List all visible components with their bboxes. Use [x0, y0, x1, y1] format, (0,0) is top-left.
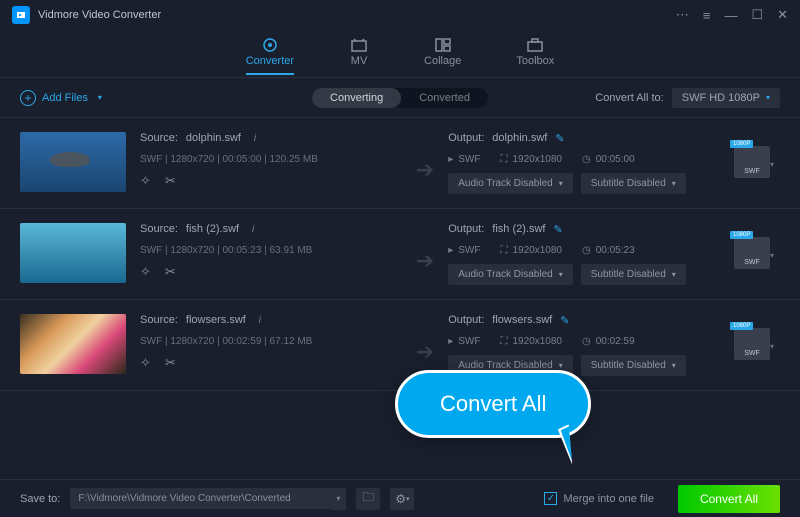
out-duration: ◷ 00:02:59	[582, 336, 635, 347]
nav-converter[interactable]: Converter	[246, 37, 294, 71]
toolbox-icon	[525, 37, 545, 53]
mv-icon	[349, 37, 369, 53]
thumbnail[interactable]	[20, 314, 126, 374]
collage-icon	[433, 37, 453, 53]
convert-all-button[interactable]: Convert All	[678, 485, 780, 513]
audio-track-select[interactable]: Audio Track Disabled	[448, 264, 573, 285]
output-format-badge[interactable]: SWF	[734, 237, 770, 269]
out-format: ▸ SWF	[448, 245, 480, 256]
path-dropdown-icon[interactable]: ▾	[330, 488, 346, 510]
subtitle-select[interactable]: Subtitle Disabled	[581, 264, 686, 285]
converter-icon	[260, 37, 280, 53]
edit-icon[interactable]: ✎	[560, 314, 572, 326]
arrow-right-icon: ➔	[416, 248, 434, 274]
chevron-down-icon[interactable]: ▾	[770, 160, 774, 169]
edit-icon[interactable]: ✎	[555, 132, 567, 144]
subtitle-select[interactable]: Subtitle Disabled	[581, 173, 686, 194]
menu-icon[interactable]: ≡	[703, 8, 711, 23]
main-nav: Converter MV Collage Toolbox	[0, 30, 800, 78]
titlebar: Vidmore Video Converter ⋯ ≡ — ☐ ✕	[0, 0, 800, 30]
out-duration: ◷ 00:05:00	[582, 154, 635, 165]
effects-icon[interactable]: ✧	[140, 264, 151, 280]
nav-toolbox[interactable]: Toolbox	[516, 37, 554, 71]
settings-icon[interactable]: ⚙▾	[390, 488, 414, 510]
output-format-badge[interactable]: SWF	[734, 328, 770, 360]
convert-all-to-label: Convert All to:	[595, 92, 663, 104]
chevron-down-icon[interactable]: ▾	[770, 342, 774, 351]
file-list: Source: dolphin.swf i SWF | 1280x720 | 0…	[0, 118, 800, 488]
source-meta: SWF | 1280x720 | 00:05:00 | 120.25 MB	[140, 154, 402, 165]
out-resolution: ⛶ 1920x1080	[500, 245, 562, 256]
info-icon[interactable]: i	[254, 314, 266, 326]
audio-track-select[interactable]: Audio Track Disabled	[448, 355, 573, 376]
chevron-down-icon: ▾	[98, 93, 102, 102]
out-resolution: ⛶ 1920x1080	[500, 154, 562, 165]
arrow-right-icon: ➔	[416, 157, 434, 183]
thumbnail[interactable]	[20, 132, 126, 192]
list-item: Source: flowsers.swf i SWF | 1280x720 | …	[0, 300, 800, 391]
list-item: Source: dolphin.swf i SWF | 1280x720 | 0…	[0, 118, 800, 209]
list-item: Source: fish (2).swf i SWF | 1280x720 | …	[0, 209, 800, 300]
plus-icon: +	[20, 90, 36, 106]
chevron-down-icon[interactable]: ▾	[770, 251, 774, 260]
out-resolution: ⛶ 1920x1080	[500, 336, 562, 347]
output-format-badge[interactable]: SWF	[734, 146, 770, 178]
checkbox-icon: ✓	[544, 492, 557, 505]
tab-converted[interactable]: Converted	[401, 88, 488, 108]
info-icon[interactable]: i	[247, 223, 259, 235]
thumbnail[interactable]	[20, 223, 126, 283]
app-logo	[12, 6, 30, 24]
effects-icon[interactable]: ✧	[140, 173, 151, 189]
source-meta: SWF | 1280x720 | 00:02:59 | 67.12 MB	[140, 336, 402, 347]
cut-icon[interactable]: ✂	[165, 264, 176, 280]
minimize-icon[interactable]: —	[724, 8, 737, 23]
footer: Save to: ▾ 🗀 ⚙▾ ✓ Merge into one file Co…	[0, 479, 800, 517]
cut-icon[interactable]: ✂	[165, 173, 176, 189]
cut-icon[interactable]: ✂	[165, 355, 176, 371]
nav-mv[interactable]: MV	[349, 37, 369, 71]
save-path-input[interactable]	[70, 488, 330, 509]
tab-converting[interactable]: Converting	[312, 88, 401, 108]
nav-collage[interactable]: Collage	[424, 37, 461, 71]
add-files-button[interactable]: + Add Files ▾	[20, 90, 102, 106]
app-title: Vidmore Video Converter	[38, 9, 676, 21]
save-to-label: Save to:	[20, 493, 60, 505]
close-icon[interactable]: ✕	[777, 7, 788, 23]
audio-track-select[interactable]: Audio Track Disabled	[448, 173, 573, 194]
merge-checkbox[interactable]: ✓ Merge into one file	[544, 492, 654, 505]
browse-folder-icon[interactable]: 🗀	[356, 488, 380, 510]
subtitle-select[interactable]: Subtitle Disabled	[581, 355, 686, 376]
chevron-down-icon: ▾	[766, 93, 770, 102]
edit-icon[interactable]: ✎	[553, 223, 565, 235]
convert-all-to-select[interactable]: SWF HD 1080P ▾	[672, 88, 780, 108]
toolbar: + Add Files ▾ Converting Converted Conve…	[0, 78, 800, 118]
maximize-icon[interactable]: ☐	[751, 7, 763, 23]
source-meta: SWF | 1280x720 | 00:05:23 | 63.91 MB	[140, 245, 402, 256]
arrow-right-icon: ➔	[416, 339, 434, 365]
info-icon[interactable]: i	[249, 132, 261, 144]
out-format: ▸ SWF	[448, 154, 480, 165]
out-format: ▸ SWF	[448, 336, 480, 347]
status-tabs: Converting Converted	[312, 88, 488, 108]
feedback-icon[interactable]: ⋯	[676, 7, 689, 23]
effects-icon[interactable]: ✧	[140, 355, 151, 371]
out-duration: ◷ 00:05:23	[582, 245, 635, 256]
